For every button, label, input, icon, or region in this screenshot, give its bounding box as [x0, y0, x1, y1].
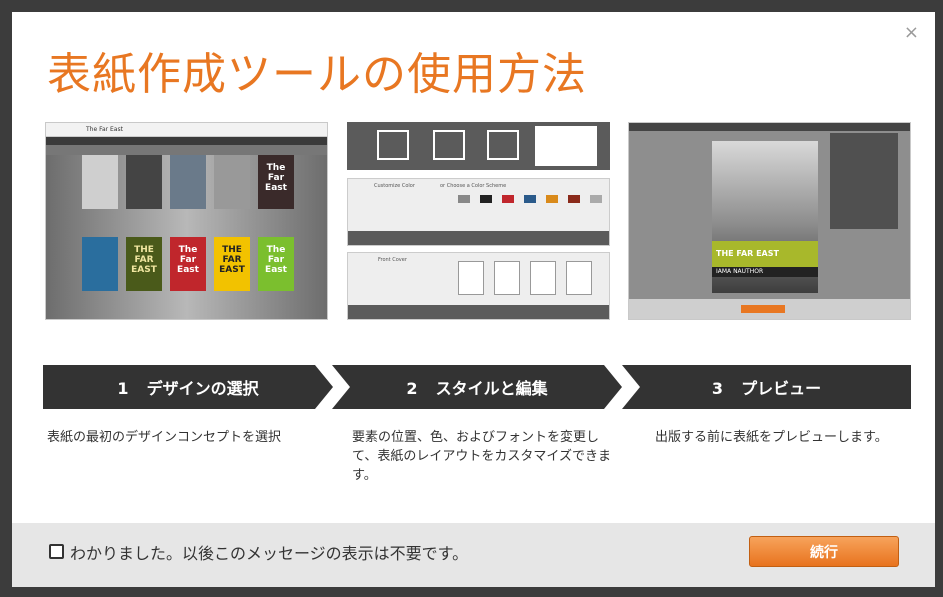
step-label: 3 プレビュー: [711, 379, 822, 398]
dialog-footer: わかりました。以後このメッセージの表示は不要です。 続行: [12, 523, 935, 587]
paint-icon: [433, 130, 465, 160]
layout-tile: [458, 261, 484, 295]
color-panel: Customize Color or Choose a Color Scheme: [347, 178, 610, 246]
step-1-description: 表紙の最初のデザインコンセプトを選択: [47, 430, 282, 445]
help-dialog: × 表紙作成ツールの使用方法 The Far East The Far East…: [12, 12, 935, 587]
swatch: [458, 195, 470, 203]
tool-palette: [347, 122, 610, 170]
layout-tile: [530, 261, 556, 295]
panel-tabs: [348, 305, 609, 319]
color-scheme-label: or Choose a Color Scheme: [440, 183, 507, 189]
cover-thumb: THE FAR EAST: [214, 237, 250, 291]
cover-thumb: THE FAR EAST: [126, 237, 162, 291]
dont-show-again-checkbox[interactable]: [49, 544, 64, 559]
tabs-bar: [629, 123, 910, 131]
customize-color-label: Customize Color: [374, 183, 415, 189]
submit-button-thumb: [741, 305, 785, 313]
toolbar: [46, 145, 327, 155]
window-title: The Far East: [46, 123, 327, 137]
layout-tile: [566, 261, 592, 295]
step-3-description: 出版する前に表紙をプレビューします。: [655, 430, 888, 445]
preview-cover-author: IAMA NAUTHOR: [716, 268, 764, 275]
step-2: 2 スタイルと編集: [332, 365, 622, 409]
book-preview: THE FAR EAST IAMA NAUTHOR: [712, 141, 818, 293]
style-editor-screenshot: Customize Color or Choose a Color Scheme…: [347, 122, 610, 320]
swatch: [568, 195, 580, 203]
dont-show-again-label[interactable]: わかりました。以後このメッセージの表示は不要です。: [70, 540, 468, 564]
panel-tabs: [348, 231, 609, 245]
tabs-bar: [46, 137, 327, 145]
preview-screenshot: THE FAR EAST IAMA NAUTHOR: [628, 122, 911, 320]
step-label: 2 スタイルと編集: [406, 379, 548, 398]
step-3: 3 プレビュー: [622, 365, 911, 409]
layout-panel: Front Cover: [347, 252, 610, 320]
cover-thumb: [214, 155, 250, 209]
text-tool-selected: [535, 126, 597, 166]
swatch: [590, 195, 602, 203]
swatch: [546, 195, 558, 203]
close-icon[interactable]: ×: [904, 24, 919, 42]
image-icon: [377, 130, 409, 160]
cover-thumb: The Far East: [258, 155, 294, 209]
cover-band: THE FAR EAST: [712, 241, 818, 267]
preview-options-panel: [830, 133, 898, 229]
layout-tile: [494, 261, 520, 295]
step-label: 1 デザインの選択: [117, 379, 259, 398]
cover-thumb: [170, 155, 206, 209]
cover-thumb: [82, 155, 118, 209]
dialog-title: 表紙作成ツールの使用方法: [47, 49, 587, 100]
preview-cover-title: THE FAR EAST: [716, 249, 779, 258]
swatch: [524, 195, 536, 203]
cover-thumb: [82, 237, 118, 291]
front-cover-label: Front Cover: [378, 257, 407, 263]
swatch: [502, 195, 514, 203]
design-gallery-screenshot: The Far East The Far East THE FAR EAST T…: [45, 122, 328, 320]
author-band: IAMA NAUTHOR: [712, 267, 818, 277]
cover-thumb: The Far East: [170, 237, 206, 291]
swatch: [480, 195, 492, 203]
step-1: 1 デザインの選択: [43, 365, 333, 409]
cover-thumb: The Far East: [258, 237, 294, 291]
continue-button[interactable]: 続行: [749, 536, 899, 567]
cover-thumb: [126, 155, 162, 209]
layout-icon: [487, 130, 519, 160]
step-2-description: 要素の位置、色、およびフォントを変更して、表紙のレイアウトをカスタマイズできます…: [352, 430, 611, 483]
